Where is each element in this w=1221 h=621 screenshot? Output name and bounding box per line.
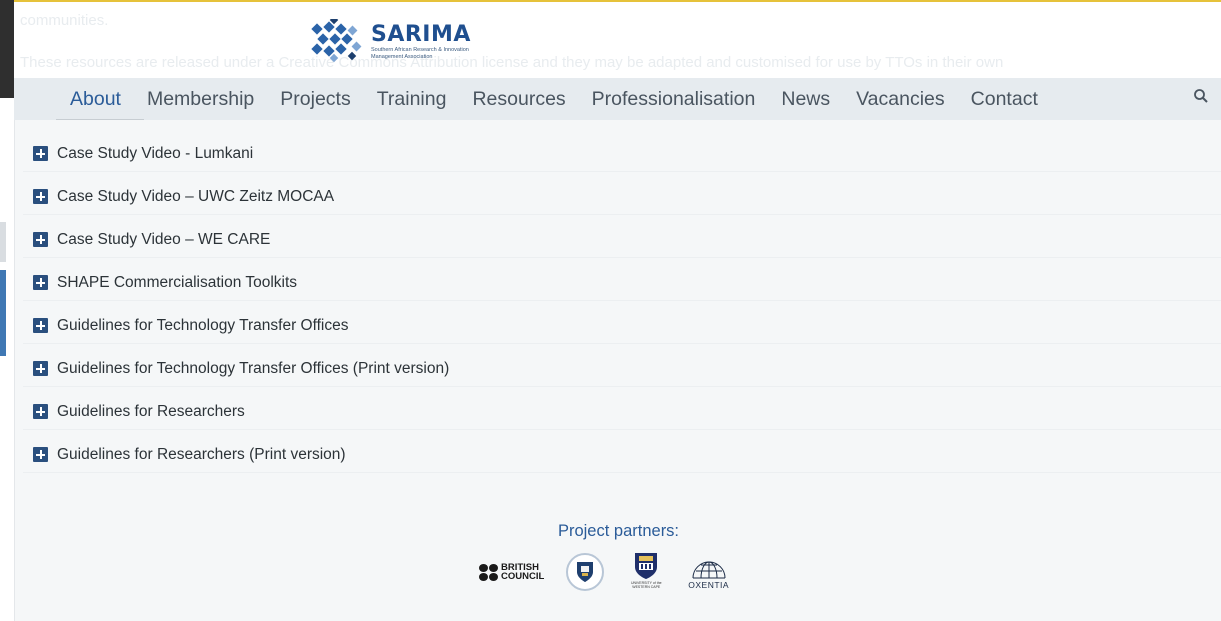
nav-item-projects[interactable]: Projects (280, 88, 350, 111)
british-council-logo[interactable]: BRITISH COUNCIL (479, 563, 544, 581)
globe-icon (692, 561, 726, 579)
accordion-item-label: Guidelines for Technology Transfer Offic… (57, 316, 349, 334)
oxentia-text: OXENTIA (688, 580, 730, 590)
accordion-item[interactable]: Guidelines for Researchers (23, 394, 1221, 430)
accordion-item[interactable]: Case Study Video – UWC Zeitz MOCAA (23, 179, 1221, 215)
shield-icon (577, 562, 594, 582)
british-council-line2: COUNCIL (501, 571, 545, 582)
accordion-item[interactable]: Guidelines for Technology Transfer Offic… (23, 308, 1221, 344)
uwc-crest-icon (635, 553, 658, 579)
nav-item-vacancies[interactable]: Vacancies (856, 88, 945, 111)
nav-item-resources[interactable]: Resources (472, 88, 565, 111)
accordion-item[interactable]: Case Study Video – WE CARE (23, 222, 1221, 258)
accordion-item[interactable]: Guidelines for Technology Transfer Offic… (23, 351, 1221, 387)
nav-item-training[interactable]: Training (377, 88, 447, 111)
british-council-dots-icon (479, 563, 498, 581)
accordion-item[interactable]: Case Study Video - Lumkani (23, 136, 1221, 172)
uct-crest-logo[interactable] (566, 553, 605, 591)
accordion-item-label: Case Study Video – UWC Zeitz MOCAA (57, 187, 335, 205)
nav-item-professionalisation[interactable]: Professionalisation (592, 88, 756, 111)
accordion-item-label: Case Study Video - Lumkani (57, 144, 254, 162)
plus-icon (33, 189, 48, 204)
plus-icon (33, 361, 48, 376)
uwc-text: UNIVERSITY of the WESTERN CAPE (630, 581, 662, 589)
accordion-item-label: Guidelines for Researchers (57, 402, 245, 420)
partners-title: Project partners: (557, 522, 680, 540)
nav-item-membership[interactable]: Membership (147, 88, 254, 111)
plus-icon (33, 318, 48, 333)
background-text-line-2: These resources are released under a Cre… (20, 54, 1004, 71)
logo-title: SARIMA (371, 22, 471, 47)
nav-item-about[interactable]: About (70, 88, 121, 111)
background-text-line-1: communities. (20, 12, 109, 29)
left-edge-dark-strip (0, 0, 14, 98)
left-edge-grey-strip (0, 222, 6, 262)
accordion-item-label: Guidelines for Researchers (Print versio… (57, 445, 346, 463)
top-accent-line (0, 0, 1221, 2)
plus-icon (33, 232, 48, 247)
plus-icon (33, 404, 48, 419)
accordion-item[interactable]: Guidelines for Researchers (Print versio… (23, 437, 1221, 473)
partners-logos: BRITISH COUNCIL UNIVERSITY of the WESTER… (479, 551, 729, 593)
nav-item-news[interactable]: News (781, 88, 830, 111)
sarima-logo[interactable]: SARIMA Southern African Research & Innov… (309, 19, 501, 65)
accordion-item-label: Guidelines for Technology Transfer Offic… (57, 359, 450, 377)
accordion-item[interactable]: SHAPE Commercialisation Toolkits (23, 265, 1221, 301)
uwc-logo[interactable]: UNIVERSITY of the WESTERN CAPE (626, 551, 666, 593)
plus-icon (33, 447, 48, 462)
accordion-item-label: SHAPE Commercialisation Toolkits (57, 273, 298, 291)
left-edge-blue-strip (0, 270, 6, 356)
oxentia-logo[interactable]: OXENTIA (688, 554, 729, 590)
plus-icon (33, 146, 48, 161)
search-icon[interactable] (1193, 88, 1209, 109)
logo-subtitle: Southern African Research & Innovation M… (371, 47, 469, 60)
plus-icon (33, 275, 48, 290)
main-navigation: About Membership Projects Training Resou… (14, 78, 1221, 120)
sarima-logo-mark-icon (311, 19, 362, 63)
accordion-item-label: Case Study Video – WE CARE (57, 230, 271, 248)
content-panel: Case Study Video - Lumkani Case Study Vi… (14, 120, 1221, 621)
nav-list: About Membership Projects Training Resou… (70, 88, 1064, 111)
nav-item-contact[interactable]: Contact (971, 88, 1038, 111)
